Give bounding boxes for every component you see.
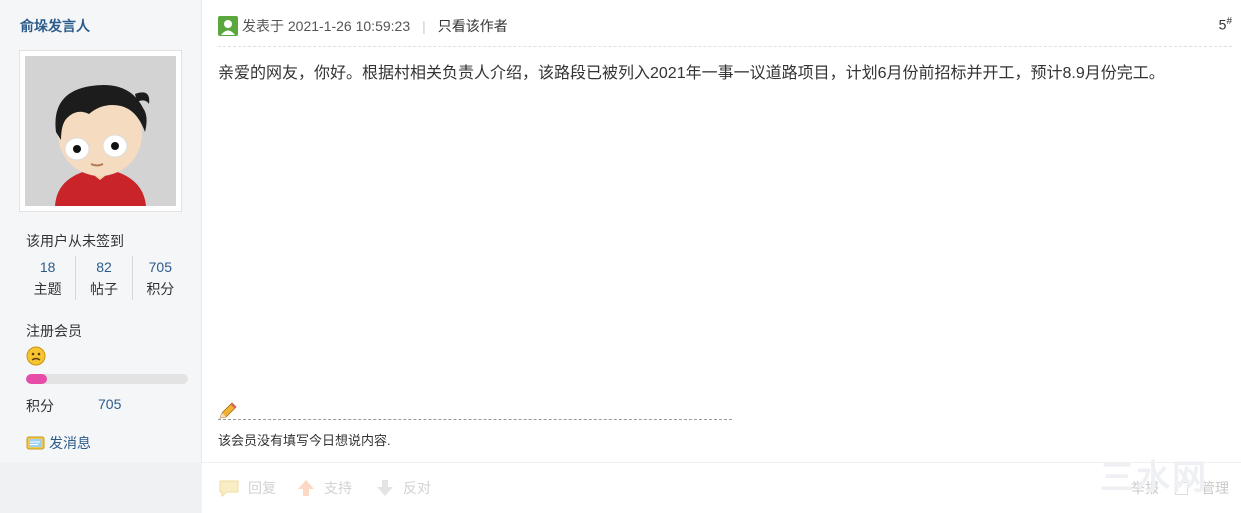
post-header: 发表于 2021-1-26 10:59:23 | 只看该作者 (218, 16, 508, 36)
signin-status: 该用户从未签到 (26, 233, 124, 249)
post-content: 亲爱的网友，你好。根据村相关负责人介绍，该路段已被列入2021年一事一议道路项目… (218, 65, 1165, 82)
author-only-link[interactable]: 只看该作者 (438, 16, 508, 36)
stat-value[interactable]: 82 (76, 256, 131, 278)
user-icon (218, 16, 238, 36)
manage-label[interactable]: 管理 (1201, 478, 1229, 498)
oppose-button[interactable]: 反对 (375, 478, 431, 498)
stat-posts[interactable]: 82 帖子 (76, 256, 133, 300)
author-name-link[interactable]: 俞垛发言人 (20, 16, 90, 36)
level-progress-fill (26, 374, 48, 384)
manage-checkbox[interactable] (1175, 481, 1188, 495)
report-label[interactable]: 举报 (1131, 478, 1159, 498)
avatar-frame[interactable] (19, 50, 182, 212)
header-separator: | (422, 18, 426, 34)
header-divider (218, 46, 1232, 47)
oppose-label[interactable]: 反对 (403, 478, 431, 498)
stat-points[interactable]: 705 积分 (133, 256, 188, 300)
thumb-down-icon (377, 480, 393, 496)
post-actions: 回复 支持 反对 举报 管理 (202, 462, 1241, 513)
floor-mark: # (1226, 16, 1232, 27)
floor-number[interactable]: 5# (1219, 16, 1232, 33)
posted-prefix: 发表于 (242, 18, 284, 34)
support-button[interactable]: 支持 (296, 478, 352, 498)
signature-text: 该会员没有填写今日想说内容. (218, 433, 391, 448)
send-message-label[interactable]: 发消息 (49, 433, 91, 453)
points-label: 积分 (26, 398, 54, 414)
thumb-up-icon (298, 480, 314, 496)
points-value: 705 (98, 396, 122, 412)
author-sidebar: 俞垛发言人 该用户从未签到 18 主题 82 帖子 705 积分 注册会员 积分… (0, 0, 202, 513)
support-label[interactable]: 支持 (324, 478, 352, 498)
author-stats: 18 主题 82 帖子 705 积分 (20, 256, 188, 300)
stat-value[interactable]: 18 (20, 256, 75, 278)
post-main: 发表于 2021-1-26 10:59:23 | 只看该作者 5# 亲爱的网友，… (202, 0, 1241, 513)
message-icon (26, 436, 45, 450)
user-group[interactable]: 注册会员 (26, 321, 82, 341)
stat-value[interactable]: 705 (133, 256, 188, 278)
report-button[interactable]: 举报 (1131, 478, 1159, 498)
reply-label[interactable]: 回复 (248, 478, 276, 498)
signature-divider (218, 419, 732, 420)
reply-button[interactable]: 回复 (218, 478, 276, 498)
avatar[interactable] (25, 56, 176, 206)
stat-label: 帖子 (89, 281, 118, 297)
reply-icon (219, 480, 239, 497)
manage-button[interactable]: 管理 (1175, 478, 1229, 498)
stat-label: 积分 (146, 281, 175, 297)
smiley-icon (26, 346, 46, 366)
stat-threads[interactable]: 18 主题 (20, 256, 77, 300)
pencil-icon (219, 402, 237, 419)
post-time: 2021-1-26 10:59:23 (287, 18, 411, 34)
level-progress-bar (26, 374, 188, 384)
sidebar-footer (0, 462, 202, 513)
send-message-link[interactable]: 发消息 (26, 433, 91, 453)
stat-label: 主题 (33, 281, 62, 297)
